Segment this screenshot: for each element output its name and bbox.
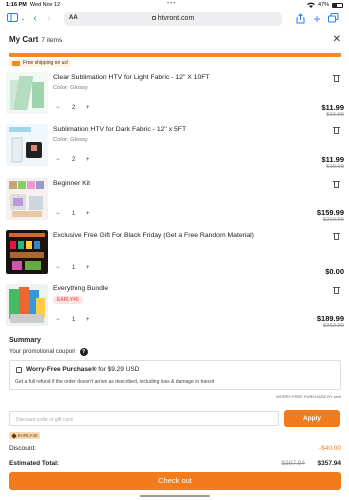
discount-value: -$40.00 bbox=[318, 445, 341, 452]
total-label: Estimated Total: bbox=[9, 460, 60, 467]
increase-button[interactable]: + bbox=[86, 157, 90, 163]
quantity-stepper: − 1 + bbox=[51, 264, 97, 274]
item-old-price: $362.99 bbox=[323, 323, 344, 329]
help-icon[interactable]: ? bbox=[79, 348, 88, 356]
coupon-badge: EARLY40 bbox=[53, 296, 83, 304]
item-old-price: $19.99 bbox=[326, 164, 344, 170]
chevron-down-icon[interactable]: ⌄ bbox=[20, 13, 26, 25]
item-price: $159.99 bbox=[316, 208, 344, 217]
increase-button[interactable]: + bbox=[86, 265, 90, 271]
item-title[interactable]: Beginner Kit bbox=[53, 180, 90, 187]
item-old-price: $16.99 bbox=[326, 112, 344, 118]
product-image[interactable] bbox=[6, 178, 48, 220]
lock-icon bbox=[151, 16, 156, 20]
quantity-value: 1 bbox=[72, 211, 76, 217]
product-image[interactable] bbox=[6, 72, 48, 114]
item-price: $11.99 bbox=[321, 155, 344, 164]
item-variant: Color: Glossy bbox=[53, 85, 88, 91]
product-image[interactable] bbox=[6, 124, 48, 166]
quantity-stepper: − 2 + bbox=[51, 104, 97, 114]
forward-icon[interactable]: › bbox=[44, 13, 54, 25]
product-image[interactable] bbox=[6, 230, 48, 274]
battery-icon bbox=[332, 2, 343, 8]
quantity-stepper: − 1 + bbox=[51, 210, 97, 220]
worry-free-description: Get a full refund if the order doesn't a… bbox=[15, 379, 215, 385]
worry-free-purchase-box: Worry-Free Purchase® for $9.29 USD Get a… bbox=[9, 360, 341, 390]
item-title[interactable]: Sublimation HTV for Dark Fabric - 12" x … bbox=[53, 126, 186, 133]
quantity-stepper: − 1 + bbox=[51, 316, 97, 326]
status-time: 1:16 PM Wed Nov 12 bbox=[6, 2, 61, 8]
promo-coupon-label: Your promotional coupon ? bbox=[9, 348, 88, 356]
checkout-button[interactable]: Check out bbox=[9, 472, 341, 490]
decrease-button[interactable]: − bbox=[56, 105, 60, 111]
address-bar[interactable]: AA htvront.com bbox=[64, 12, 282, 26]
applied-coupon-tag: EARLY40 bbox=[9, 432, 41, 439]
tabs-icon[interactable] bbox=[327, 13, 339, 25]
item-price: $189.99 bbox=[316, 314, 344, 323]
sidebar-icon[interactable] bbox=[6, 13, 18, 25]
delete-icon[interactable] bbox=[333, 126, 340, 134]
worry-free-title: Worry-Free Purchase® for $9.29 USD bbox=[26, 366, 140, 373]
apply-button[interactable]: Apply bbox=[284, 410, 340, 427]
item-variant: Color: Glossy bbox=[53, 137, 88, 143]
discount-code-input[interactable]: Discount code or gift card bbox=[9, 411, 279, 426]
truck-icon bbox=[12, 60, 20, 66]
quantity-value: 1 bbox=[72, 265, 76, 271]
cart-title: My Cart 7 items bbox=[9, 35, 63, 44]
cart-header: My Cart 7 items ✕ bbox=[0, 32, 349, 50]
item-title[interactable]: Everything Bundle bbox=[53, 285, 108, 292]
wifi-icon bbox=[306, 2, 315, 8]
item-title[interactable]: Exclusive Free Gift For Black Friday (Ge… bbox=[53, 232, 254, 239]
increase-button[interactable]: + bbox=[86, 317, 90, 323]
decrease-button[interactable]: − bbox=[56, 317, 60, 323]
back-icon[interactable]: ‹ bbox=[30, 13, 40, 25]
status-right: 47% bbox=[306, 2, 343, 8]
home-indicator[interactable] bbox=[140, 495, 210, 497]
decrease-button[interactable]: − bbox=[56, 157, 60, 163]
total-value: $357.94 bbox=[317, 460, 342, 467]
browser-toolbar: ⌄ ‹ › AA htvront.com + bbox=[0, 10, 349, 28]
cart-count: 7 items bbox=[41, 37, 63, 44]
quantity-value: 1 bbox=[72, 317, 76, 323]
item-old-price: $210.56 bbox=[323, 217, 344, 223]
increase-button[interactable]: + bbox=[86, 105, 90, 111]
total-old-value: $397.94 bbox=[281, 460, 306, 467]
quantity-value: 2 bbox=[72, 105, 76, 111]
multitask-dots[interactable]: ••• bbox=[167, 1, 176, 7]
decrease-button[interactable]: − bbox=[56, 211, 60, 217]
share-icon[interactable] bbox=[295, 13, 305, 25]
worry-free-provider[interactable]: WORRY-FREE PURCHASE BY seel bbox=[276, 394, 341, 399]
status-bar: 1:16 PM Wed Nov 12 ••• 47% bbox=[0, 0, 349, 10]
delete-icon[interactable] bbox=[333, 74, 340, 82]
decrease-button[interactable]: − bbox=[56, 265, 60, 271]
product-image[interactable] bbox=[6, 284, 48, 326]
worry-free-checkbox[interactable] bbox=[16, 367, 22, 373]
summary-title: Summary bbox=[9, 337, 41, 344]
item-price: $0.00 bbox=[325, 267, 344, 276]
item-price: $11.99 bbox=[321, 103, 344, 112]
free-shipping-note: Free shipping on us! bbox=[9, 59, 72, 67]
item-title[interactable]: Clear Sublimation HTV for Light Fabric -… bbox=[53, 74, 210, 81]
new-tab-icon[interactable]: + bbox=[312, 13, 322, 25]
battery-percent: 47% bbox=[317, 2, 329, 8]
quantity-stepper: − 2 + bbox=[51, 156, 97, 166]
discount-label: Discount: bbox=[9, 445, 37, 452]
free-shipping-progress bbox=[9, 53, 341, 57]
url-text: htvront.com bbox=[64, 15, 282, 22]
delete-icon[interactable] bbox=[333, 286, 340, 294]
increase-button[interactable]: + bbox=[86, 211, 90, 217]
delete-icon[interactable] bbox=[333, 232, 340, 240]
delete-icon[interactable] bbox=[333, 180, 340, 188]
close-icon[interactable]: ✕ bbox=[333, 34, 341, 45]
quantity-value: 2 bbox=[72, 157, 76, 163]
tag-icon bbox=[11, 432, 17, 439]
